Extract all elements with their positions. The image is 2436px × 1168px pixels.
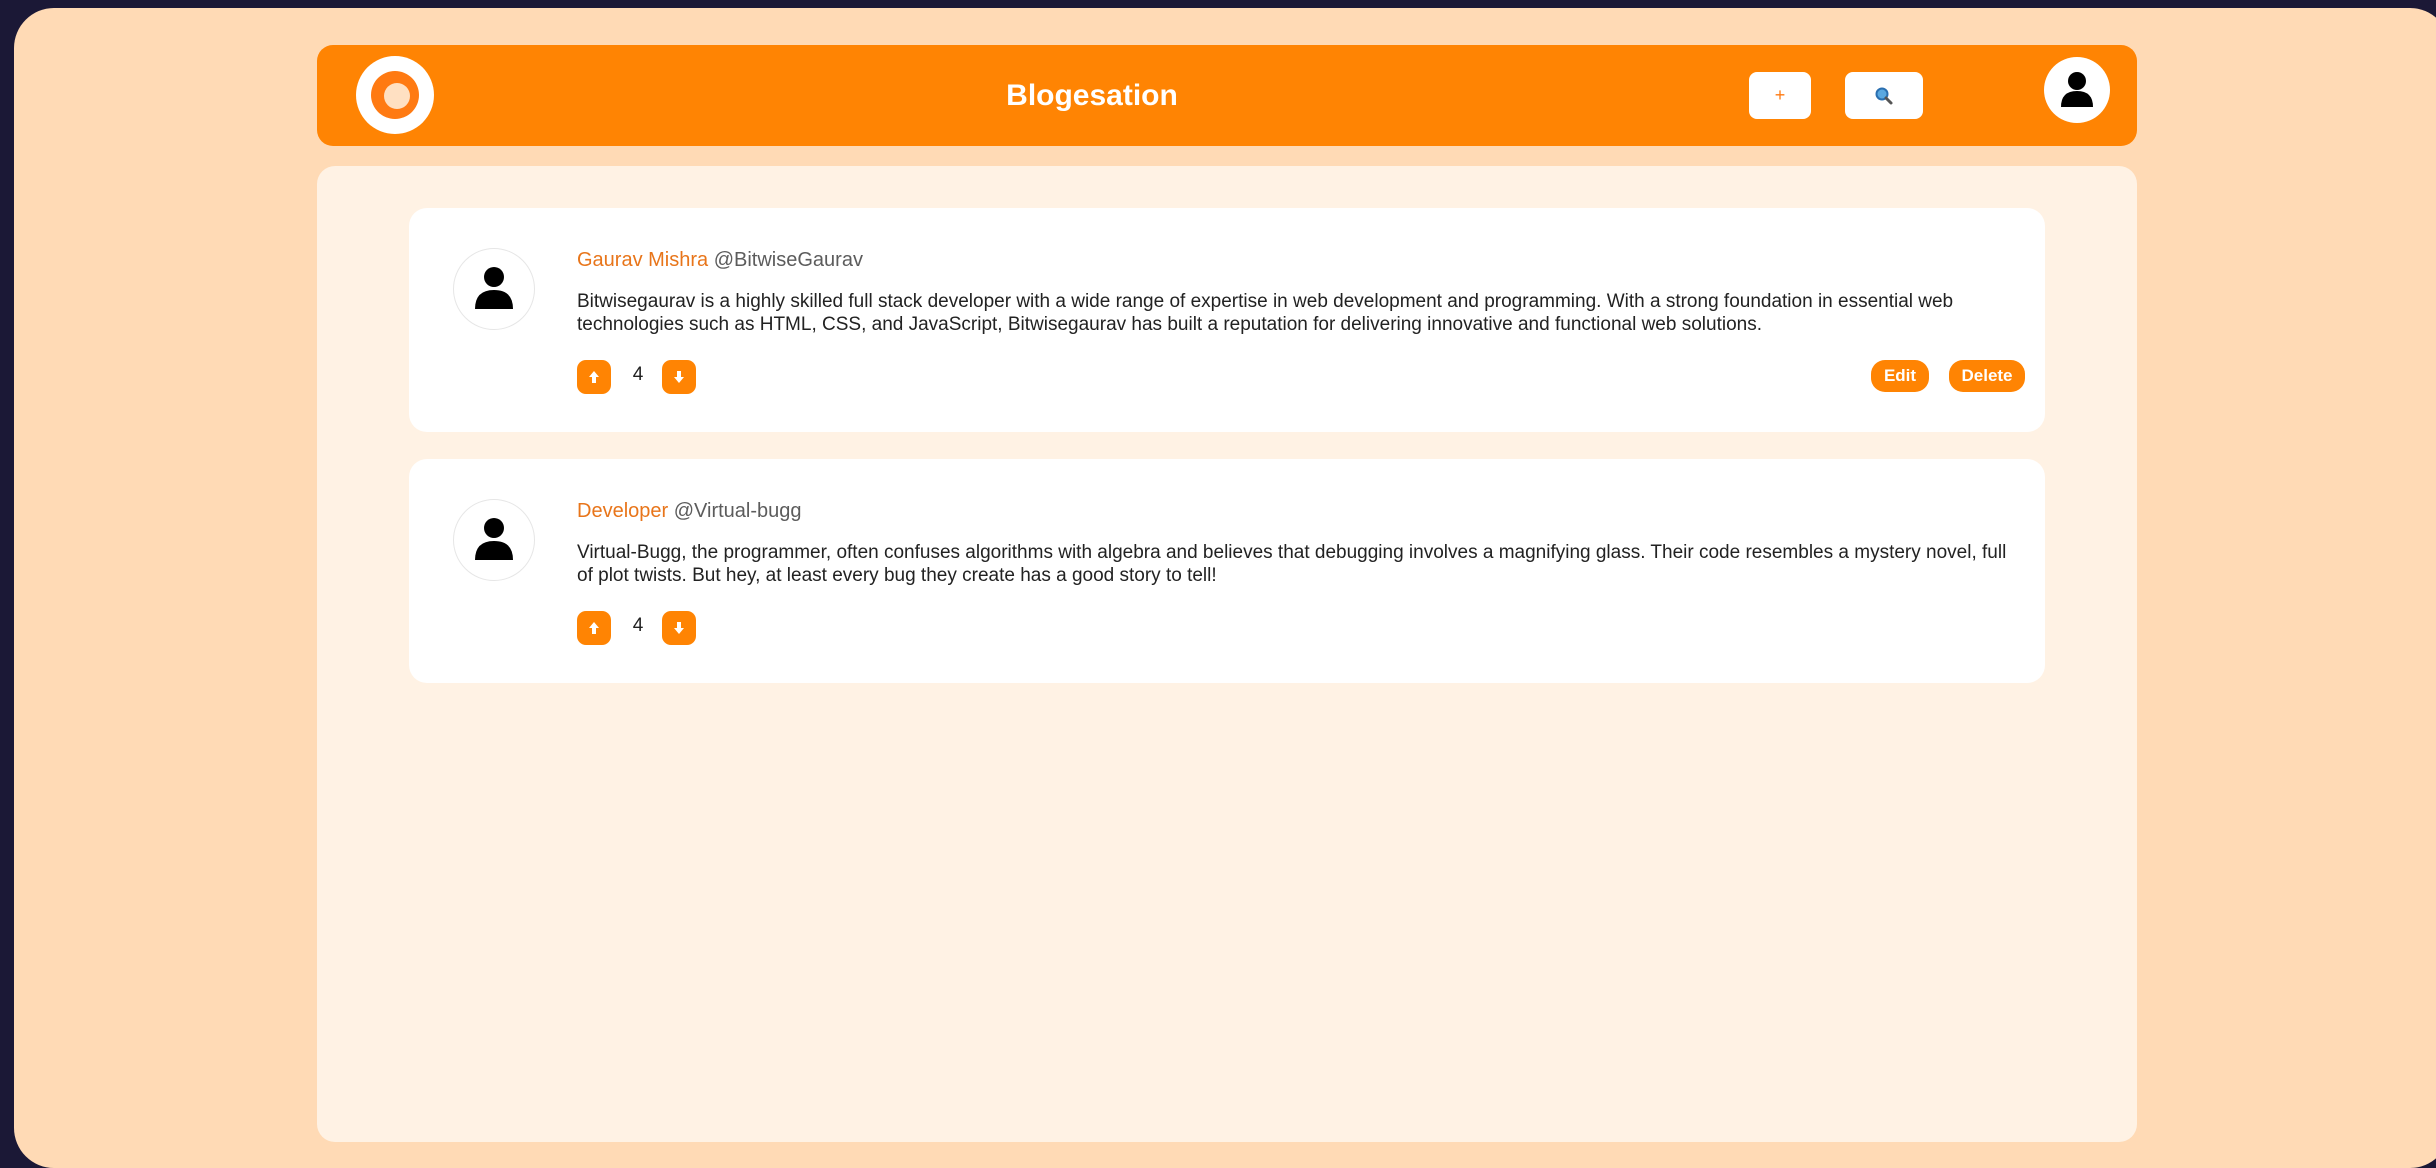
post-card: Gaurav Mishra @BitwiseGaurav Bitwisegaur…: [409, 208, 2045, 432]
downvote-button[interactable]: [662, 360, 696, 394]
author-handle: @Virtual-bugg: [673, 500, 802, 522]
arrow-up-icon: [589, 371, 599, 383]
add-post-button[interactable]: +: [1749, 72, 1811, 119]
profile-avatar[interactable]: [2044, 57, 2110, 123]
top-header: Blogesation +: [317, 45, 2137, 146]
upvote-button[interactable]: [577, 611, 611, 645]
feed-container: Gaurav Mishra @BitwiseGaurav Bitwisegaur…: [317, 166, 2137, 1142]
app-title: Blogesation: [1006, 79, 1178, 112]
author-handle: @BitwiseGaurav: [713, 249, 863, 271]
delete-label: Delete: [1961, 366, 2013, 385]
post-body: Bitwisegaurav is a highly skilled full s…: [577, 291, 1954, 335]
arrow-down-icon: [674, 371, 684, 383]
edit-label: Edit: [1883, 366, 1917, 385]
vote-count: 4: [632, 615, 644, 636]
edit-button[interactable]: Edit: [1871, 360, 1929, 392]
user-icon: [475, 518, 513, 560]
upvote-button[interactable]: [577, 360, 611, 394]
search-icon: [1875, 87, 1893, 104]
author-avatar: [453, 248, 535, 330]
add-label: +: [1774, 85, 1786, 105]
delete-button[interactable]: Delete: [1949, 360, 2025, 392]
post-body: Virtual-Bugg, the programmer, often conf…: [577, 542, 2007, 586]
app-window: Blogesation + Gaurav Mishra @BitwiseGaur…: [14, 8, 2436, 1168]
downvote-button[interactable]: [662, 611, 696, 645]
user-icon: [2061, 72, 2093, 107]
user-icon: [475, 267, 513, 309]
arrow-up-icon: [589, 622, 599, 634]
author-line: Developer @Virtual-bugg: [577, 500, 802, 523]
vote-count: 4: [632, 364, 644, 385]
author-name[interactable]: Developer: [577, 500, 668, 522]
arrow-down-icon: [674, 622, 684, 634]
author-line: Gaurav Mishra @BitwiseGaurav: [577, 249, 863, 272]
post-card: Developer @Virtual-bugg Virtual-Bugg, th…: [409, 459, 2045, 683]
author-name[interactable]: Gaurav Mishra: [577, 249, 708, 271]
search-button[interactable]: [1845, 72, 1923, 119]
author-avatar: [453, 499, 535, 581]
